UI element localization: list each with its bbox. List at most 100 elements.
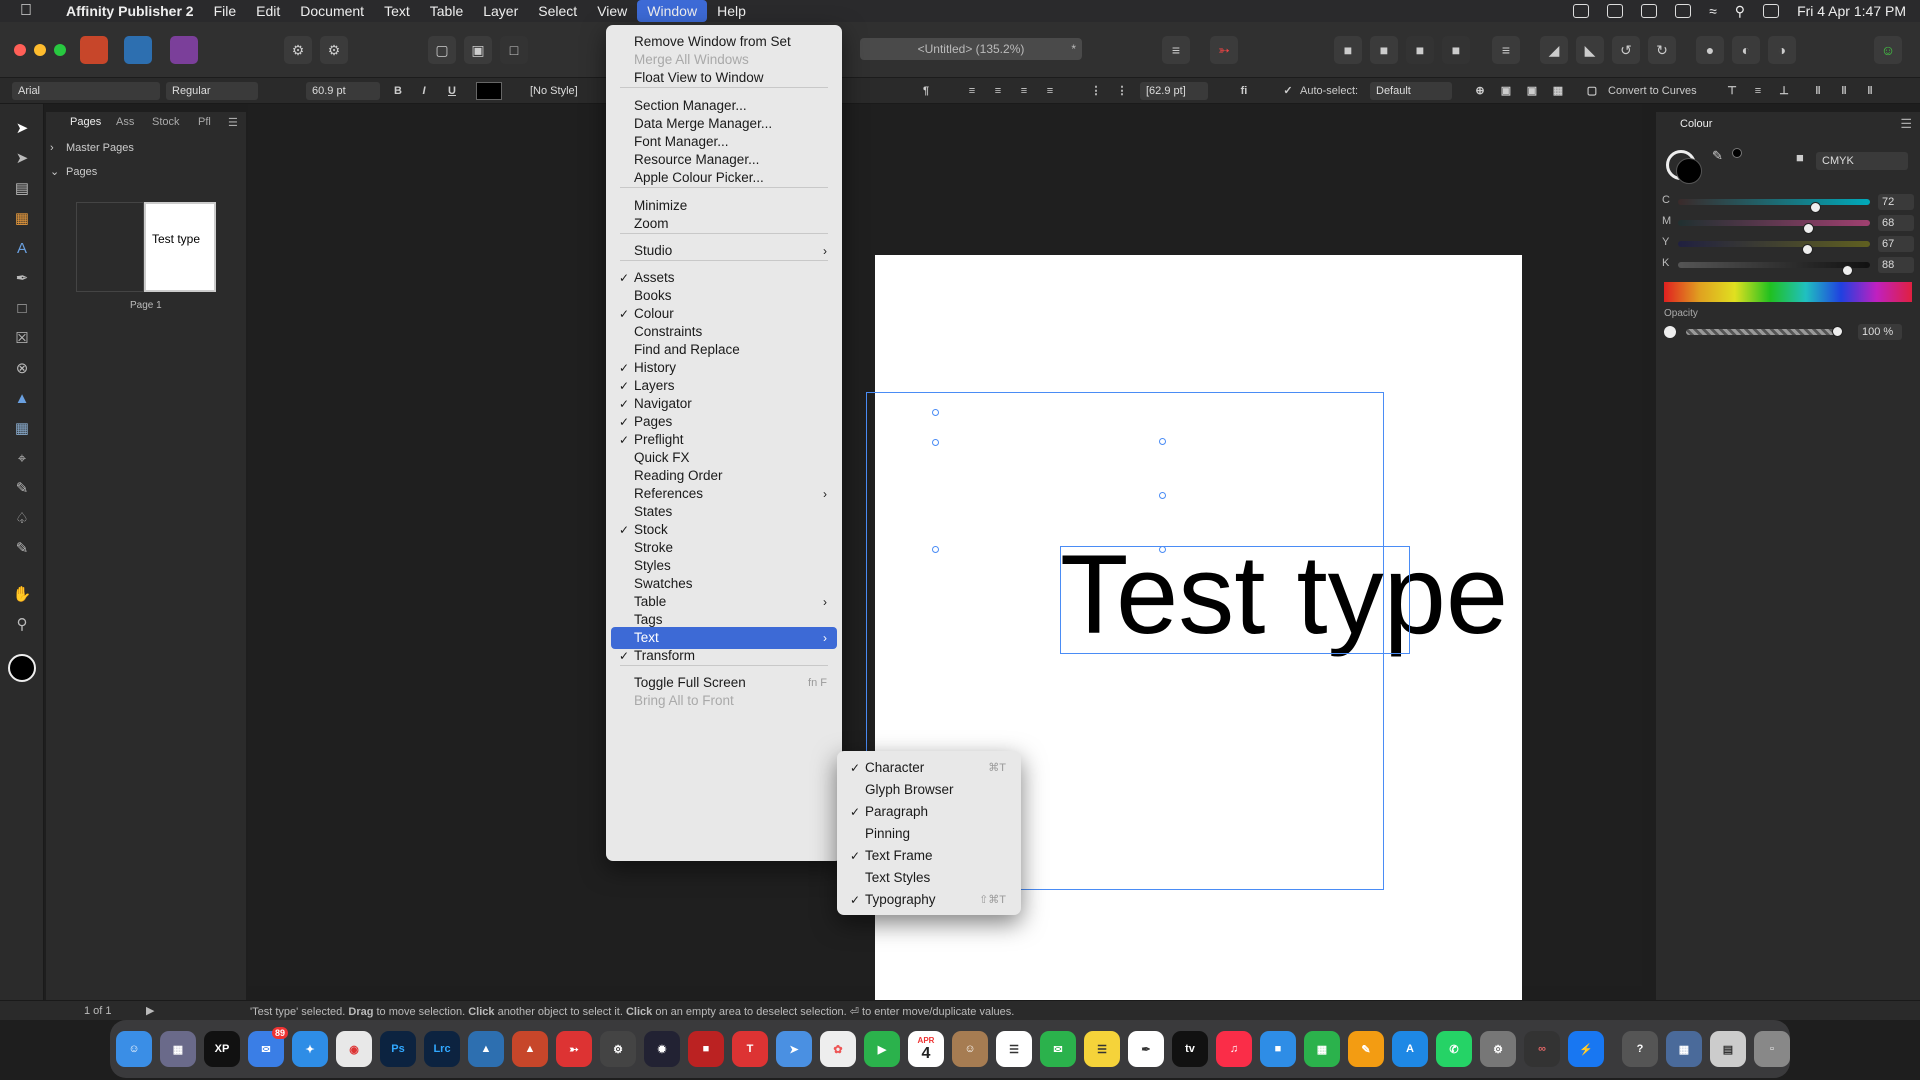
calendar-icon[interactable]: APR 4 <box>908 1031 944 1067</box>
text-selection-box[interactable] <box>1060 546 1410 654</box>
menu-item-zoom[interactable]: Zoom <box>611 213 837 235</box>
selection-handle-right[interactable] <box>1159 492 1166 499</box>
expand-frame-icon[interactable]: ▣ <box>1522 82 1542 100</box>
facetime-icon[interactable]: ▶ <box>864 1031 900 1067</box>
next-page-button[interactable]: ▶ <box>146 1004 154 1017</box>
distribute-h-icon[interactable]: ‖ <box>1808 82 1828 100</box>
music-icon[interactable]: ♫ <box>1216 1031 1252 1067</box>
place-image-tool-icon[interactable]: ▲ <box>11 388 33 410</box>
account-icon[interactable]: ☺ <box>1874 36 1902 64</box>
frame-text-tool-icon[interactable]: ▤ <box>11 178 33 200</box>
davinci-resolve-icon[interactable]: ✹ <box>644 1031 680 1067</box>
close-window-button[interactable] <box>14 44 26 56</box>
convert-to-curves-icon[interactable]: ▢ <box>1582 82 1602 100</box>
align-icon[interactable]: ≡ <box>1492 36 1520 64</box>
documents-stack-icon[interactable]: ▤ <box>1710 1031 1746 1067</box>
snapping-icon[interactable]: ➳ <box>1210 36 1238 64</box>
lock-icon[interactable]: ■ <box>1796 150 1804 165</box>
yellow-slider[interactable] <box>1678 241 1870 255</box>
magenta-slider-knob[interactable] <box>1803 223 1814 234</box>
eyedropper-icon[interactable]: ✎ <box>1712 148 1723 164</box>
font-family-select[interactable]: Arial <box>12 82 160 100</box>
document-tab[interactable]: <Untitled> (135.2%) * <box>860 38 1082 60</box>
messages-icon[interactable]: ✉ <box>1040 1031 1076 1067</box>
picked-colour-swatch[interactable] <box>1732 148 1742 158</box>
system-prefs-gear-icon[interactable]: ⚙ <box>600 1031 636 1067</box>
boolean-add-icon[interactable]: ● <box>1696 36 1724 64</box>
yellow-value[interactable]: 67 <box>1878 236 1914 252</box>
arrange-back-icon[interactable]: ■ <box>1442 36 1470 64</box>
magenta-slider[interactable] <box>1678 220 1870 234</box>
apple-icon[interactable]:  <box>20 2 42 20</box>
distribute-v-icon[interactable]: ‖ <box>1834 82 1854 100</box>
ligature-icon[interactable]: fi <box>1234 82 1254 100</box>
bullet-list-icon[interactable]: ⋮ <box>1086 82 1106 100</box>
submenu-item-text-frame[interactable]: ✓ Text Frame <box>842 845 1016 867</box>
arrange-backward-icon[interactable]: ■ <box>1406 36 1434 64</box>
panel-menu-icon[interactable]: ☰ <box>228 116 238 129</box>
keynote-icon[interactable]: ■ <box>1260 1031 1296 1067</box>
underline-button[interactable]: U <box>442 82 462 100</box>
convert-to-curves-button[interactable]: Convert to Curves <box>1608 85 1697 97</box>
opacity-slider-knob[interactable] <box>1832 326 1843 337</box>
apple-tv-icon[interactable]: tv <box>1172 1031 1208 1067</box>
notes-icon[interactable]: ☰ <box>1084 1031 1120 1067</box>
reminders-icon[interactable]: ☰ <box>996 1031 1032 1067</box>
align-top-icon[interactable]: ⊤ <box>1722 82 1742 100</box>
black-value[interactable]: 88 <box>1878 257 1914 273</box>
pages-row[interactable]: ⌄ Pages <box>46 161 246 183</box>
align-bottom-icon[interactable]: ⊥ <box>1774 82 1794 100</box>
crop-tool-icon[interactable]: ⌖ <box>11 448 33 470</box>
photos-icon[interactable]: ✿ <box>820 1031 856 1067</box>
menu-view[interactable]: View <box>587 0 637 22</box>
menu-item-transform[interactable]: ✓ Transform <box>611 645 837 667</box>
black-slider-knob[interactable] <box>1842 265 1853 276</box>
menu-item-float-view-to-window[interactable]: Float View to Window <box>611 67 837 89</box>
panel-menu-icon[interactable]: ☰ <box>1900 116 1912 132</box>
affinity-publisher-icon[interactable]: ▲ <box>512 1031 548 1067</box>
colour-mode-select[interactable]: CMYK <box>1816 152 1908 170</box>
picture-frame-tool-icon[interactable]: ☒ <box>11 328 33 350</box>
colour-spectrum[interactable] <box>1664 282 1912 302</box>
transform-origin-icon[interactable]: ⊕ <box>1470 82 1490 100</box>
safari-icon[interactable]: ✦ <box>292 1031 328 1067</box>
chrome-icon[interactable]: ◉ <box>336 1031 372 1067</box>
xp-pen-app-icon[interactable]: XP <box>204 1031 240 1067</box>
grid-icon[interactable]: ▦ <box>1548 82 1568 100</box>
tab-assets[interactable]: Ass <box>116 116 134 128</box>
submenu-item-paragraph[interactable]: ✓ Paragraph <box>842 801 1016 823</box>
acrobat-icon[interactable]: ➳ <box>556 1031 592 1067</box>
cyan-value[interactable]: 72 <box>1878 194 1914 210</box>
t-app-icon[interactable]: T <box>732 1031 768 1067</box>
maps-icon[interactable]: ➤ <box>776 1031 812 1067</box>
launchpad-icon[interactable]: ▦ <box>160 1031 196 1067</box>
node-tool-icon[interactable]: ➤ <box>11 148 33 170</box>
messenger-icon[interactable]: ⚡ <box>1568 1031 1604 1067</box>
menu-table[interactable]: Table <box>420 0 473 22</box>
creative-cloud-icon[interactable] <box>1573 4 1590 18</box>
text-wrap-icon[interactable]: ≡ <box>1162 36 1190 64</box>
submenu-item-character[interactable]: ✓ Character ⌘T <box>842 757 1016 779</box>
mail-icon[interactable]: ✉ 89 <box>248 1027 288 1067</box>
boolean-intersect-icon[interactable]: ◑ <box>1768 36 1796 64</box>
menu-file[interactable]: File <box>204 0 247 22</box>
submenu-item-pinning[interactable]: Pinning <box>842 823 1016 845</box>
creative-cloud-app-icon[interactable]: ∞ <box>1524 1031 1560 1067</box>
boolean-subtract-icon[interactable]: ◐ <box>1732 36 1760 64</box>
zoom-window-button[interactable] <box>54 44 66 56</box>
photo-persona-icon[interactable] <box>170 36 198 64</box>
clock[interactable]: Fri 4 Apr 1:47 PM <box>1797 3 1906 19</box>
submenu-item-typography[interactable]: ✓ Typography ⇧⌘T <box>842 889 1016 911</box>
selection-handle-top-right[interactable] <box>1159 438 1166 445</box>
view-mode-normal-icon[interactable]: ▢ <box>428 36 456 64</box>
align-middle-icon[interactable]: ≡ <box>1748 82 1768 100</box>
menu-help[interactable]: Help <box>707 0 756 22</box>
menu-app-name[interactable]: Affinity Publisher 2 <box>56 0 204 22</box>
view-mode-clip-icon[interactable]: □ <box>500 36 528 64</box>
flip-horizontal-icon[interactable]: ◢ <box>1540 36 1568 64</box>
arrange-front-icon[interactable]: ■ <box>1334 36 1362 64</box>
italic-button[interactable]: I <box>414 82 434 100</box>
designer-persona-icon[interactable] <box>124 36 152 64</box>
align-left-icon[interactable]: ≡ <box>962 82 982 100</box>
numbered-list-icon[interactable]: ⋮ <box>1112 82 1132 100</box>
